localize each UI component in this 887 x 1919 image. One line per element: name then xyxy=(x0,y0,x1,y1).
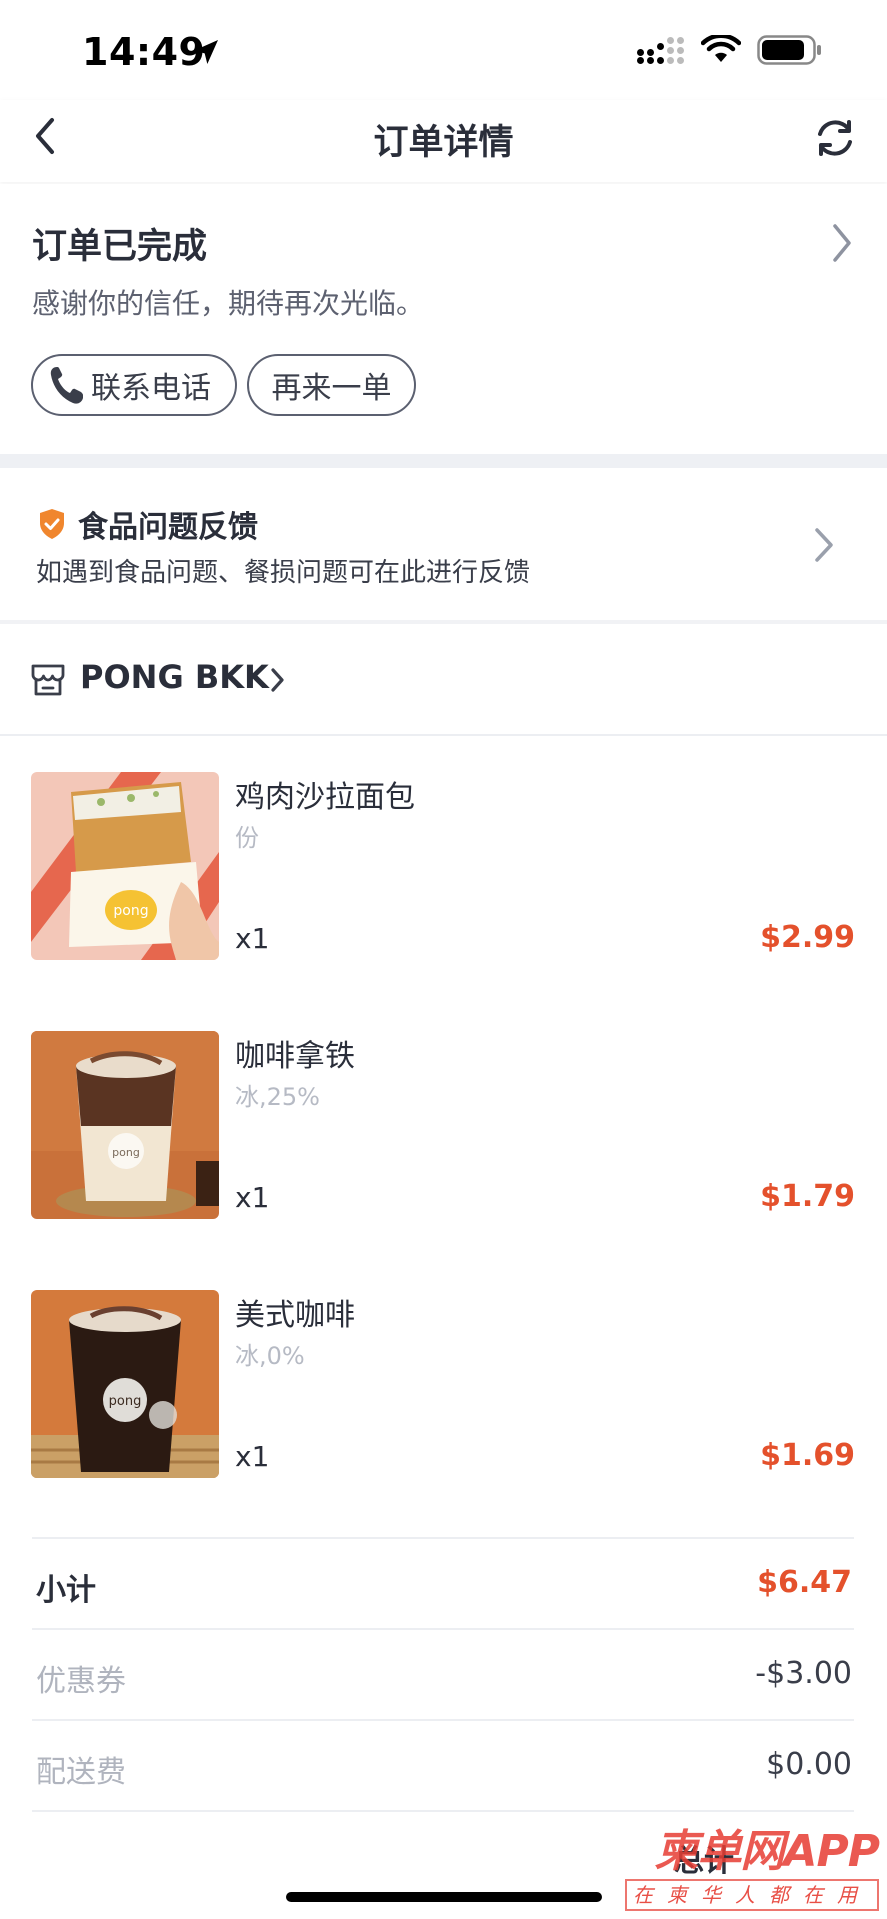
item-name: 咖啡拿铁 xyxy=(235,1039,355,1074)
subtotal-label: 小计 xyxy=(36,1573,96,1608)
svg-text:pong: pong xyxy=(112,1146,140,1159)
delivery-fee-label: 配送费 xyxy=(36,1755,126,1790)
iced-latte-image: pong xyxy=(31,1031,219,1219)
item-price: $1.69 xyxy=(760,1438,855,1473)
item-quantity: x1 xyxy=(235,1181,270,1214)
subtotal-row: 小计 $6.47 xyxy=(32,1537,854,1628)
wifi-icon xyxy=(701,35,741,62)
coupon-value: -$3.00 xyxy=(755,1656,852,1691)
item-name: 美式咖啡 xyxy=(235,1298,355,1333)
feedback-title: 食品问题反馈 xyxy=(78,510,258,545)
chicken-salad-bread-image: pong xyxy=(31,772,219,960)
watermark-slogan: 在柬华人都在用 xyxy=(625,1879,879,1911)
section-divider xyxy=(0,454,887,468)
reorder-label: 再来一单 xyxy=(271,371,392,406)
chevron-right-icon[interactable] xyxy=(827,220,857,266)
item-price: $2.99 xyxy=(760,920,855,955)
item-spec: 冰,0% xyxy=(235,1342,305,1370)
store-icon xyxy=(31,664,65,696)
subtotal-value: $6.47 xyxy=(757,1565,852,1600)
cellular-signal-icon xyxy=(637,35,685,65)
item-quantity: x1 xyxy=(235,922,270,955)
nav-bar: 订单详情 xyxy=(0,100,887,182)
order-status-title: 订单已完成 xyxy=(32,227,208,267)
item-name: 鸡肉沙拉面包 xyxy=(235,780,415,815)
order-item-list: pong 鸡肉沙拉面包 份 x1 $2.99 pong 咖啡拿铁 冰,25% x… xyxy=(0,772,887,1549)
order-item[interactable]: pong 美式咖啡 冰,0% x1 $1.69 xyxy=(0,1290,887,1549)
status-time: 14:49 xyxy=(82,30,206,74)
svg-text:pong: pong xyxy=(109,1394,142,1409)
item-quantity: x1 xyxy=(235,1440,270,1473)
order-status-subtitle: 感谢你的信任，期待再次光临。 xyxy=(32,287,425,320)
location-arrow-icon xyxy=(194,40,218,64)
shield-check-icon xyxy=(40,509,64,539)
store-link[interactable]: PONG BKK xyxy=(0,624,887,736)
americano-image: pong xyxy=(31,1290,219,1478)
store-name: PONG BKK xyxy=(80,658,269,696)
refresh-icon[interactable] xyxy=(811,114,859,162)
delivery-fee-value: $0.00 xyxy=(766,1747,852,1782)
home-indicator[interactable] xyxy=(286,1892,602,1902)
watermark-brand: 柬单网APP xyxy=(654,1826,880,1877)
food-feedback-section[interactable]: 食品问题反馈 如遇到食品问题、餐损问题可在此进行反馈 xyxy=(0,468,887,620)
coupon-label: 优惠券 xyxy=(36,1664,126,1699)
coupon-row: 优惠券 -$3.00 xyxy=(32,1628,854,1719)
contact-phone-label: 联系电话 xyxy=(91,371,211,406)
battery-icon xyxy=(757,35,821,65)
item-spec: 冰,25% xyxy=(235,1083,320,1111)
chevron-right-icon[interactable] xyxy=(811,524,837,566)
order-item[interactable]: pong 咖啡拿铁 冰,25% x1 $1.79 xyxy=(0,1031,887,1290)
reorder-button[interactable]: 再来一单 xyxy=(247,354,416,416)
delivery-fee-row: 配送费 $0.00 xyxy=(32,1719,854,1810)
order-item[interactable]: pong 鸡肉沙拉面包 份 x1 $2.99 xyxy=(0,772,887,1031)
feedback-subtitle: 如遇到食品问题、餐损问题可在此进行反馈 xyxy=(36,558,531,588)
phone-icon xyxy=(50,367,83,404)
status-bar: 14:49 xyxy=(0,0,887,100)
page-title: 订单详情 xyxy=(373,123,514,163)
item-spec: 份 xyxy=(235,824,259,852)
contact-phone-button[interactable]: 联系电话 xyxy=(31,354,237,416)
order-status-section[interactable]: 订单已完成 感谢你的信任，期待再次光临。 联系电话 再来一单 xyxy=(0,184,887,454)
watermark: 柬单网APP 在柬华人都在用 xyxy=(625,1815,880,1911)
chevron-right-icon xyxy=(271,668,284,692)
item-price: $1.79 xyxy=(760,1179,855,1214)
svg-text:pong: pong xyxy=(113,903,148,919)
